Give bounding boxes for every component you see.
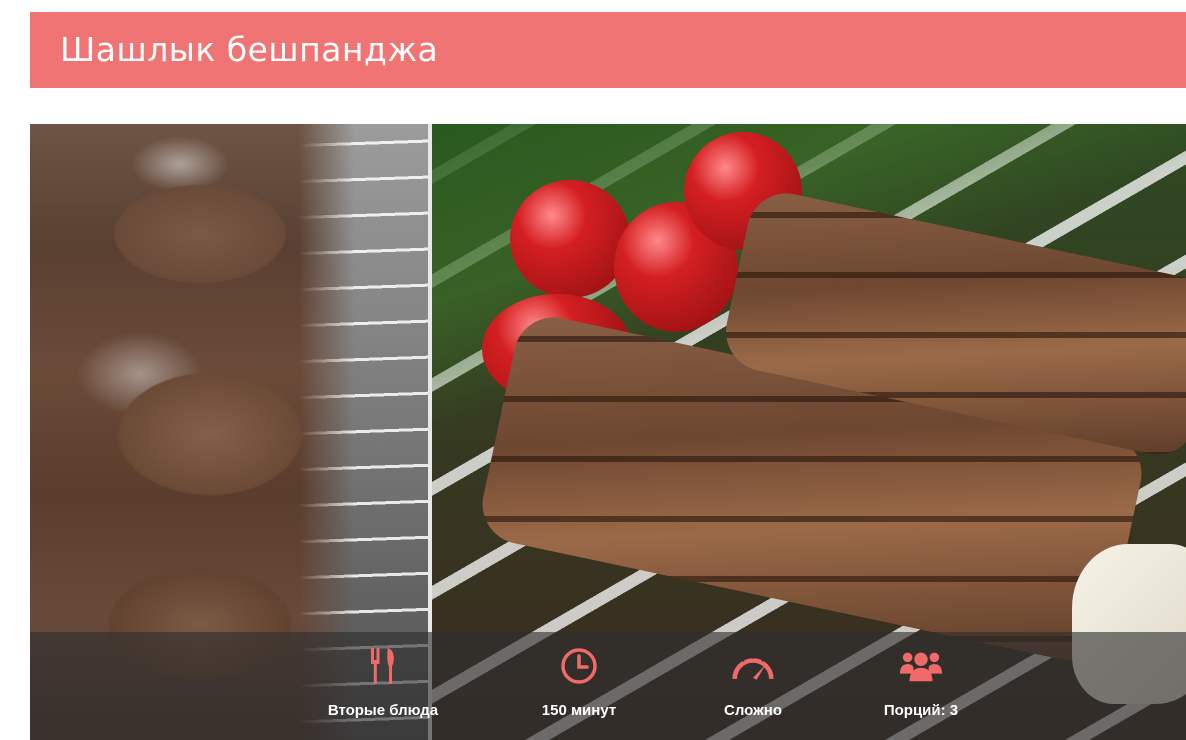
gauge-icon (731, 644, 775, 688)
category-info[interactable]: Вторые блюда (308, 632, 458, 740)
recipe-title: Шашлык бешпанджа (60, 30, 439, 69)
servings-label: Порций: 3 (883, 702, 959, 719)
people-icon (899, 644, 943, 688)
fork-knife-icon (361, 644, 405, 688)
clock-icon (557, 644, 601, 688)
servings-info: Порций: 3 (846, 632, 996, 740)
difficulty-label: Сложно (724, 702, 782, 719)
category-label: Вторые блюда (327, 702, 439, 719)
tomato-decor (510, 180, 630, 298)
difficulty-info: Сложно (678, 632, 828, 740)
recipe-info-bar: Вторые блюда 150 минут Сложно Порций: 3 (30, 632, 1186, 740)
time-info: 150 минут (504, 632, 654, 740)
time-label: 150 минут (541, 702, 617, 719)
recipe-header: Шашлык бешпанджа (30, 12, 1186, 88)
